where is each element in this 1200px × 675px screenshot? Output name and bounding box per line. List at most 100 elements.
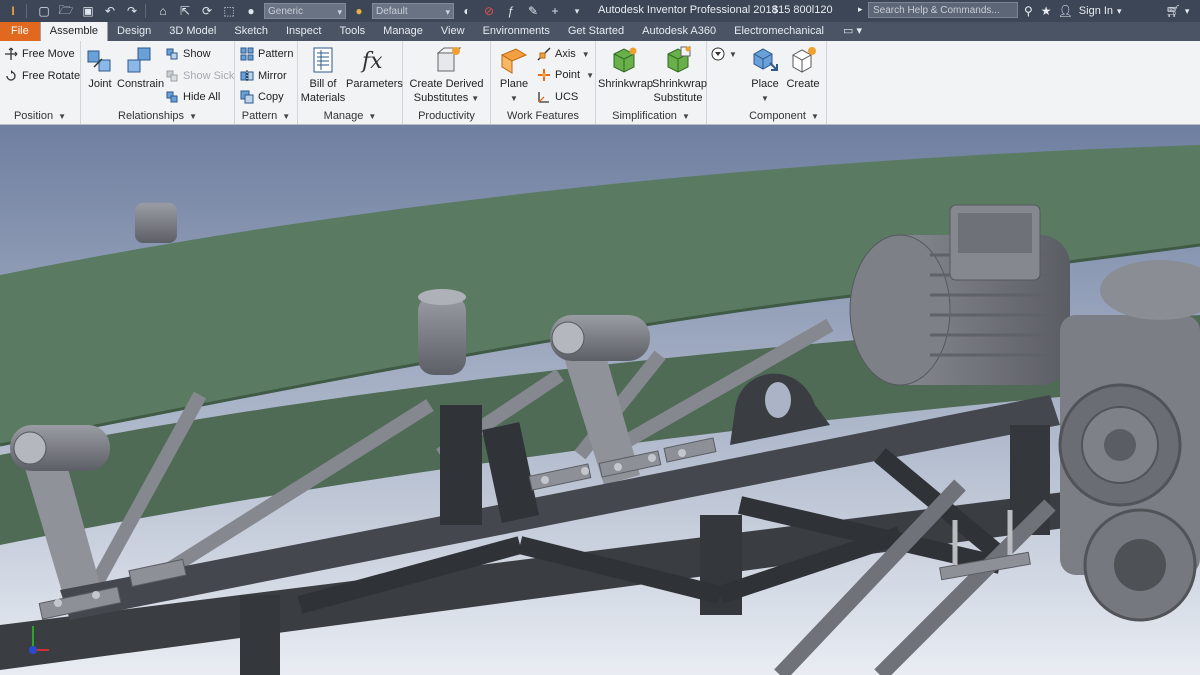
mirror-button[interactable]: Mirror bbox=[240, 66, 287, 86]
conveyor-model-render[interactable] bbox=[0, 125, 1200, 675]
ilogic-icon[interactable]: ✎ bbox=[524, 2, 542, 20]
roller-end-cap bbox=[551, 321, 585, 355]
place-button[interactable]: Place ▼ bbox=[746, 45, 784, 106]
point-button[interactable]: Point ▼ bbox=[537, 65, 594, 85]
tab-manage[interactable]: Manage bbox=[374, 22, 432, 41]
binoculars-icon[interactable]: ⚲ bbox=[1024, 4, 1033, 18]
constrain-icon bbox=[127, 47, 151, 73]
sign-in-dropdown-icon[interactable]: ▾ bbox=[1117, 6, 1122, 17]
hide-all-button[interactable]: Hide All bbox=[165, 87, 220, 107]
parameters-button[interactable]: fx Parameters bbox=[346, 45, 403, 91]
tab-3d-model[interactable]: 3D Model bbox=[160, 22, 225, 41]
search-arrow-icon[interactable]: ▸ bbox=[858, 4, 863, 15]
panel-extra: ▼ bbox=[707, 41, 741, 124]
sign-in-link[interactable]: Sign In bbox=[1079, 5, 1113, 17]
cart-icon[interactable]: 🛒︎ bbox=[1166, 4, 1181, 18]
constrain-button[interactable]: Constrain bbox=[117, 45, 164, 91]
customize-icon[interactable]: ▾ bbox=[568, 2, 586, 20]
return-icon[interactable]: ⬚ bbox=[220, 2, 238, 20]
chevron-down-icon: ▼ bbox=[681, 112, 690, 121]
axis-button[interactable]: Axis ▼ bbox=[537, 44, 590, 64]
panel-title-component[interactable]: Component ▼ bbox=[742, 108, 826, 124]
sws-label-line1: Shrinkwrap bbox=[652, 78, 708, 90]
panel-title-manage[interactable]: Manage ▼ bbox=[298, 108, 402, 124]
sws-label-line2: Substitute bbox=[653, 92, 703, 104]
search-input[interactable]: Search Help & Commands... bbox=[868, 2, 1018, 18]
ucs-label: UCS bbox=[555, 91, 579, 103]
panel-title-label: Productivity bbox=[418, 110, 475, 122]
extra-dropdown-button[interactable]: ▼ bbox=[711, 44, 737, 64]
tab-electromechanical[interactable]: Electromechanical bbox=[725, 22, 833, 41]
chevron-down-icon: ▼ bbox=[471, 94, 480, 103]
create-derived-substitutes-icon bbox=[436, 47, 461, 72]
joint-button[interactable]: Joint bbox=[85, 45, 115, 91]
shrinkwrap-button[interactable]: Shrinkwrap bbox=[598, 45, 653, 91]
tab-tools[interactable]: Tools bbox=[330, 22, 374, 41]
home-icon[interactable]: ⌂ bbox=[154, 2, 172, 20]
bill-of-materials-button[interactable]: Bill of Materials bbox=[300, 45, 346, 105]
place-icon bbox=[753, 48, 778, 71]
chevron-down-icon: ▼ bbox=[810, 112, 819, 121]
favorites-star-icon[interactable]: ★ bbox=[1041, 4, 1052, 18]
chevron-down-icon: ▼ bbox=[586, 70, 594, 80]
panel-title-relationships[interactable]: Relationships ▼ bbox=[81, 108, 234, 124]
create-derived-substitutes-button[interactable]: Create Derived Substitutes ▼ bbox=[405, 45, 488, 106]
chevron-down-icon: ▼ bbox=[58, 112, 67, 121]
panel-pattern: Pattern Mirror Copy Pattern ▼ bbox=[235, 41, 298, 124]
tab-view[interactable]: View bbox=[432, 22, 474, 41]
create-component-icon bbox=[792, 47, 816, 73]
parameters-quick-icon[interactable]: ƒ bbox=[502, 2, 520, 20]
tab-inspect[interactable]: Inspect bbox=[277, 22, 330, 41]
roller-top bbox=[418, 289, 466, 305]
plane-label: Plane bbox=[499, 78, 529, 90]
tab-assemble[interactable]: Assemble bbox=[39, 22, 109, 41]
toolbar-divider bbox=[26, 4, 27, 18]
ucs-button[interactable]: UCS bbox=[537, 87, 578, 107]
appearance-combo[interactable]: Default bbox=[372, 3, 454, 20]
chevron-down-icon: ▼ bbox=[282, 112, 291, 121]
open-folder-icon[interactable]: 🗁 bbox=[57, 2, 75, 20]
add-icon[interactable]: + bbox=[546, 2, 564, 20]
tab-get-started[interactable]: Get Started bbox=[559, 22, 633, 41]
material-combo[interactable]: Generic bbox=[264, 3, 346, 20]
ribbon: Free Move Free Rotate Position ▼ Joint Co… bbox=[0, 41, 1200, 125]
pattern-button[interactable]: Pattern bbox=[240, 44, 293, 64]
show-sick-button[interactable]: Show Sick bbox=[165, 66, 234, 86]
panel-title-label: Pattern bbox=[241, 110, 278, 122]
copy-icon bbox=[240, 90, 254, 104]
plane-button[interactable]: Plane ▼ bbox=[495, 45, 533, 106]
tab-file[interactable]: File bbox=[0, 22, 40, 41]
show-button[interactable]: Show bbox=[165, 44, 211, 64]
new-file-icon[interactable]: ▢ bbox=[35, 2, 53, 20]
panel-title-position[interactable]: Position ▼ bbox=[0, 108, 80, 124]
undo-icon[interactable]: ↶ bbox=[101, 2, 119, 20]
shrinkwrap-substitute-button[interactable]: Shrinkwrap Substitute bbox=[652, 45, 708, 105]
tab-sketch[interactable]: Sketch bbox=[225, 22, 277, 41]
user-icon[interactable]: 👤︎ bbox=[1058, 4, 1073, 18]
cart-dropdown-icon[interactable]: ▾ bbox=[1185, 6, 1190, 17]
adjust-appearance-icon[interactable]: ◐ bbox=[458, 2, 476, 20]
redo-icon[interactable]: ↷ bbox=[123, 2, 141, 20]
graphics-viewport[interactable] bbox=[0, 125, 1200, 675]
show-icon bbox=[166, 48, 178, 60]
panel-title-pattern[interactable]: Pattern ▼ bbox=[235, 108, 297, 124]
tab-environments[interactable]: Environments bbox=[474, 22, 559, 41]
create-button[interactable]: Create bbox=[784, 45, 822, 91]
copy-button[interactable]: Copy bbox=[240, 87, 284, 107]
ribbon-display-toggle-icon[interactable]: ▭ ▾ bbox=[833, 22, 862, 41]
chevron-down-icon: ▼ bbox=[510, 94, 518, 103]
ucs-icon bbox=[538, 92, 549, 103]
free-rotate-button[interactable]: Free Rotate bbox=[4, 66, 80, 86]
save-icon[interactable]: ▣ bbox=[79, 2, 97, 20]
select-mode-icon[interactable]: ⇱ bbox=[176, 2, 194, 20]
free-move-button[interactable]: Free Move bbox=[4, 44, 75, 64]
inventor-logo-icon[interactable]: I bbox=[4, 2, 22, 20]
clear-appearance-icon[interactable]: ⊘ bbox=[480, 2, 498, 20]
plane-icon bbox=[500, 48, 528, 74]
tab-autodesk-a360[interactable]: Autodesk A360 bbox=[633, 22, 725, 41]
panel-title-simplification[interactable]: Simplification ▼ bbox=[596, 108, 706, 124]
bom-label-line2: Materials bbox=[300, 92, 346, 104]
free-move-icon bbox=[5, 47, 18, 60]
tab-design[interactable]: Design bbox=[108, 22, 160, 41]
update-icon[interactable]: ⟳ bbox=[198, 2, 216, 20]
